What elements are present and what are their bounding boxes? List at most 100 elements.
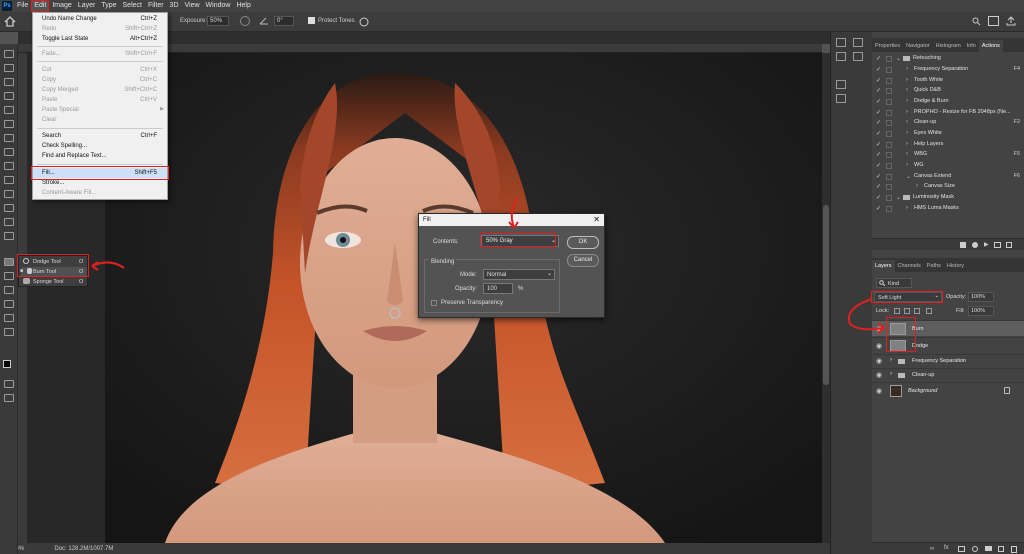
visibility-eye-icon[interactable]: ◉ — [876, 357, 882, 365]
fx-icon[interactable]: fx — [944, 545, 949, 551]
adjustments-icon[interactable] — [836, 80, 846, 89]
burn-tool-icon[interactable] — [4, 258, 14, 266]
eraser-tool-icon[interactable] — [4, 204, 14, 212]
move-tool-icon[interactable] — [4, 50, 14, 58]
visibility-eye-icon[interactable]: ◉ — [876, 371, 882, 379]
libraries-icon[interactable] — [853, 38, 863, 47]
menu-image[interactable]: Image — [49, 0, 74, 12]
scrollbar-thumb[interactable] — [823, 205, 829, 385]
history-panel-icon[interactable] — [836, 38, 846, 47]
tab-channels[interactable]: Channels — [895, 263, 924, 272]
angle-input[interactable]: 0° — [274, 16, 294, 26]
search-icon[interactable] — [972, 17, 981, 26]
new-layer-icon[interactable] — [998, 546, 1004, 552]
menu-item-content-aware-fill[interactable]: Content-Aware Fill... — [33, 188, 167, 198]
shape-tool-icon[interactable] — [4, 300, 14, 308]
tab-layers[interactable]: Layers — [872, 260, 895, 272]
screen-mode-icon[interactable] — [4, 394, 14, 402]
lock-transparent-icon[interactable] — [894, 308, 900, 314]
record-icon[interactable] — [972, 242, 978, 248]
gradient-tool-icon[interactable] — [4, 218, 14, 226]
foreground-color-swatch[interactable] — [3, 360, 11, 368]
layer-row-group[interactable]: ◉ › Frequency Separation — [872, 354, 1024, 367]
brush-tool-icon[interactable] — [4, 162, 14, 170]
brush-settings-icon[interactable] — [836, 52, 846, 61]
type-tool-icon[interactable] — [4, 272, 14, 280]
menu-help[interactable]: Help — [233, 0, 253, 12]
menu-file[interactable]: File — [14, 0, 31, 12]
action-row[interactable]: ✓ ⌄ Retouching — [872, 54, 1024, 65]
menu-select[interactable]: Select — [120, 0, 145, 12]
history-brush-tool-icon[interactable] — [4, 190, 14, 198]
workspace-icon[interactable] — [988, 16, 999, 26]
menu-item-find-replace[interactable]: Find and Replace Text... — [33, 151, 167, 161]
tab-navigator[interactable]: Navigator — [903, 43, 933, 52]
menu-layer[interactable]: Layer — [75, 0, 99, 12]
new-set-icon[interactable] — [994, 242, 1001, 248]
airbrush-icon[interactable] — [240, 16, 250, 26]
action-row[interactable]: ✓ › Tooth White — [872, 76, 1024, 87]
menu-type[interactable]: Type — [98, 0, 119, 12]
frame-tool-icon[interactable] — [4, 120, 14, 128]
menu-edit[interactable]: Edit — [31, 0, 50, 12]
ok-button[interactable]: OK — [567, 236, 599, 249]
path-select-tool-icon[interactable] — [4, 286, 14, 294]
home-icon[interactable] — [4, 16, 16, 27]
styles-icon[interactable] — [836, 94, 846, 103]
share-icon[interactable] — [1005, 16, 1017, 26]
menu-filter[interactable]: Filter — [145, 0, 167, 12]
action-row[interactable]: ✓ › PROPHO - Resize for FB 2048px (Ne... — [872, 108, 1024, 119]
menu-3d[interactable]: 3D — [167, 0, 182, 12]
tab-history[interactable]: History — [944, 263, 967, 272]
lasso-tool-icon[interactable] — [4, 78, 14, 86]
healing-brush-tool-icon[interactable] — [4, 148, 14, 156]
menu-item-paste[interactable]: Paste Ctrl+V — [33, 95, 167, 105]
layer-row-background[interactable]: ◉ Background — [872, 382, 1024, 398]
exposure-input[interactable]: 50% — [207, 16, 229, 26]
action-row[interactable]: ✓ ⌄ Luminosity Mask — [872, 193, 1024, 204]
action-row[interactable]: ✓ › WBG F5 — [872, 150, 1024, 161]
menu-item-paste-special[interactable]: Paste Special ▶ — [33, 105, 167, 115]
preserve-transparency-checkbox[interactable] — [431, 300, 437, 306]
action-row[interactable]: ✓ › HMS Luma Masks — [872, 204, 1024, 215]
action-row[interactable]: ✓ › WG — [872, 161, 1024, 172]
lock-position-icon[interactable] — [914, 308, 920, 314]
swatches-icon[interactable] — [853, 52, 863, 61]
marquee-tool-icon[interactable] — [4, 64, 14, 72]
blur-tool-icon[interactable] — [4, 232, 14, 240]
trash-icon[interactable] — [1011, 546, 1017, 553]
tab-properties[interactable]: Properties — [872, 43, 903, 52]
new-action-icon[interactable] — [1006, 242, 1012, 248]
visibility-eye-icon[interactable]: ◉ — [876, 387, 882, 395]
menu-window[interactable]: Window — [203, 0, 234, 12]
menu-view[interactable]: View — [182, 0, 203, 12]
quick-mask-icon[interactable] — [4, 380, 14, 388]
layer-row-group[interactable]: ◉ › Clean-up — [872, 368, 1024, 381]
action-row[interactable]: ✓ › Help Layers — [872, 140, 1024, 151]
action-row[interactable]: ✓ › Canvas Size — [872, 182, 1024, 193]
menu-item-search[interactable]: Search Ctrl+F — [33, 131, 167, 141]
tab-actions[interactable]: Actions — [978, 40, 1003, 52]
action-row[interactable]: ✓ › Quick D&B — [872, 86, 1024, 97]
action-row[interactable]: ✓ › Dodge & Burn — [872, 97, 1024, 108]
tab-histogram[interactable]: Histogram — [933, 43, 964, 52]
kind-filter[interactable]: Kind — [876, 278, 912, 288]
layer-fill-input[interactable]: 100% — [968, 306, 994, 316]
flyout-item-sponge[interactable]: Sponge Tool O — [21, 277, 87, 287]
mode-select[interactable]: Normal ⌄ — [483, 269, 555, 280]
menu-item-undo[interactable]: Undo Name Change Ctrl+Z — [33, 14, 167, 24]
stop-icon[interactable] — [960, 242, 966, 248]
pressure-icon[interactable] — [358, 16, 370, 27]
lock-pixels-icon[interactable] — [904, 308, 910, 314]
menu-item-toggle-last-state[interactable]: Toggle Last State Alt+Ctrl+Z — [33, 34, 167, 44]
new-group-icon[interactable] — [985, 546, 992, 551]
tab-info[interactable]: Info — [964, 43, 979, 52]
protect-tones-checkbox[interactable] — [308, 17, 315, 24]
menu-item-fade[interactable]: Fade... Shift+Ctrl+F — [33, 49, 167, 59]
hand-tool-icon[interactable] — [4, 314, 14, 322]
mask-icon[interactable] — [958, 546, 965, 552]
crop-tool-icon[interactable] — [4, 106, 14, 114]
visibility-eye-icon[interactable]: ◉ — [876, 342, 882, 350]
menu-item-copy[interactable]: Copy Ctrl+C — [33, 75, 167, 85]
adjustment-layer-icon[interactable] — [972, 546, 978, 552]
